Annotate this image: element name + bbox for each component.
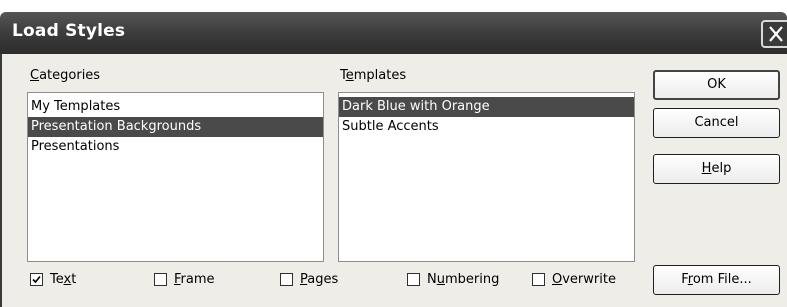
categories-label: Categories: [30, 68, 101, 83]
checkbox-box[interactable]: [532, 273, 545, 286]
help-button[interactable]: Help: [653, 154, 780, 184]
checkbox-box[interactable]: [407, 273, 420, 286]
list-item[interactable]: Presentations: [28, 137, 323, 157]
frame-checkbox-label: Frame: [174, 272, 215, 287]
from-file-button[interactable]: From File...: [653, 265, 780, 295]
numbering-checkbox-label: Numbering: [427, 272, 500, 287]
ok-button[interactable]: OK: [653, 70, 780, 100]
list-item[interactable]: My Templates: [28, 97, 323, 117]
window-title: Load Styles: [12, 21, 126, 41]
text-checkbox-label: Text: [50, 272, 77, 287]
title-bar: Load Styles: [0, 12, 787, 54]
checkbox-box[interactable]: [280, 273, 293, 286]
checkmark-icon: [32, 275, 41, 284]
close-icon: [769, 26, 783, 42]
checkbox-box[interactable]: [154, 273, 167, 286]
help-label-rest: elp: [711, 161, 732, 176]
pages-checkbox-label: Pages: [300, 272, 339, 287]
templates-label: Templates: [340, 68, 407, 83]
list-item[interactable]: Dark Blue with Orange: [339, 97, 634, 117]
checkbox-box[interactable]: [30, 273, 43, 286]
list-item[interactable]: Presentation Backgrounds: [28, 117, 323, 137]
templates-label-rest: mplates: [353, 68, 407, 83]
from-file-label-rest: om File...: [692, 272, 752, 287]
cancel-button[interactable]: Cancel: [653, 108, 780, 138]
close-button[interactable]: [761, 20, 787, 48]
overwrite-checkbox-label: Overwrite: [552, 272, 616, 287]
categories-label-rest: ategories: [39, 68, 101, 83]
categories-listbox[interactable]: My Templates Presentation Backgrounds Pr…: [27, 92, 324, 262]
list-item[interactable]: Subtle Accents: [339, 117, 634, 137]
templates-listbox[interactable]: Dark Blue with Orange Subtle Accents: [338, 92, 635, 262]
